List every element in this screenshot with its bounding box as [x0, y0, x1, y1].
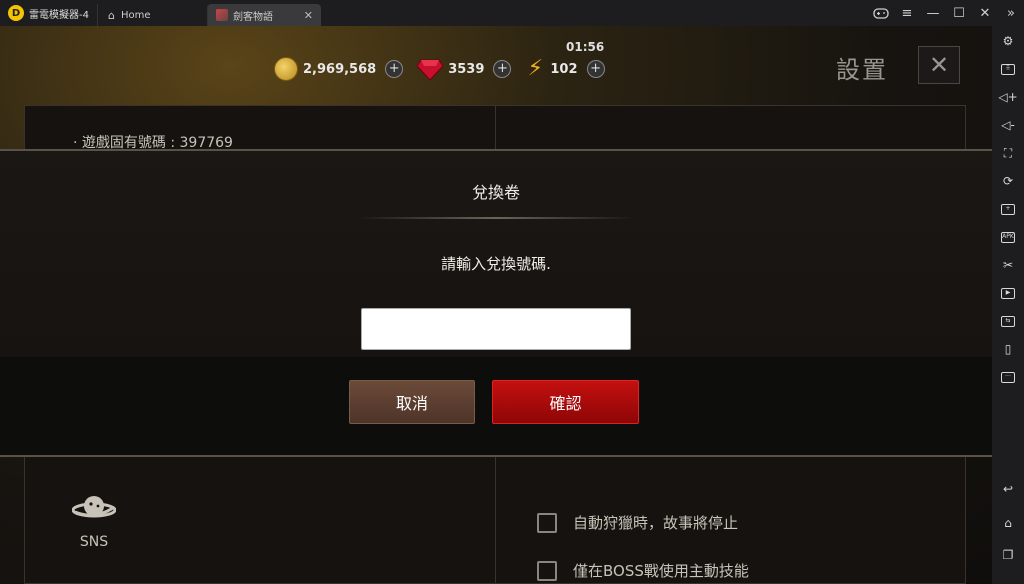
- redeem-code-input[interactable]: [361, 308, 631, 350]
- lightning-icon: ⚡: [527, 56, 544, 81]
- settings-close-button[interactable]: ✕: [918, 46, 960, 84]
- tab-home[interactable]: ⌂ Home: [96, 4, 207, 26]
- close-icon[interactable]: ✕: [972, 0, 998, 26]
- sync-icon[interactable]: ⟳: [996, 170, 1020, 192]
- option-stop-story-label: 自動狩獵時，故事將停止: [573, 514, 739, 532]
- game-tab-icon: [215, 9, 228, 21]
- recent-apps-icon[interactable]: ❐: [996, 544, 1020, 566]
- option-stop-story[interactable]: 自動狩獵時，故事將停止: [537, 512, 738, 533]
- rotate-icon[interactable]: ▯: [996, 338, 1020, 360]
- add-gem-button[interactable]: +: [493, 60, 512, 78]
- sns-button[interactable]: SNS: [69, 494, 119, 550]
- apk-install-icon[interactable]: APK: [996, 226, 1020, 248]
- keyboard-icon[interactable]: ⠿: [996, 58, 1020, 80]
- gold-value: 2,969,568: [303, 61, 377, 77]
- screenshot-icon[interactable]: ⛶: [996, 142, 1020, 164]
- option-boss-skills-label: 僅在BOSS戰使用主動技能: [573, 562, 749, 580]
- emulator-toolbar: ⚙ ⠿ ◁+ ◁- ⛶ ⟳ + APK ✂ ▶ ⇆ ▯ ··· ↩ ⌂ ❐: [992, 26, 1024, 584]
- settings-title: 設置: [836, 56, 888, 84]
- add-gold-button[interactable]: +: [385, 60, 404, 78]
- minimize-icon[interactable]: —: [920, 0, 946, 26]
- checkbox-boss-skills[interactable]: [537, 560, 557, 581]
- app-name: 雷電模擬器-4: [29, 9, 89, 21]
- gold-coin-icon: [274, 57, 298, 81]
- scissors-icon[interactable]: ✂: [996, 254, 1020, 276]
- back-icon[interactable]: ↩: [996, 478, 1020, 500]
- settings-gear-icon[interactable]: ⚙: [996, 30, 1020, 52]
- cancel-button[interactable]: 取消: [349, 380, 475, 424]
- tab-home-label: Home: [120, 9, 151, 21]
- gamepad-icon[interactable]: [868, 0, 894, 26]
- tab-game-label: 劍客物語: [232, 11, 273, 23]
- gem-value: 3539: [448, 61, 485, 77]
- confirm-button[interactable]: 確認: [492, 380, 639, 424]
- maximize-icon[interactable]: ☐: [946, 0, 972, 26]
- resource-bar: 2,969,568 + 3539 + ⚡ 102 +: [274, 56, 619, 82]
- checkbox-stop-story[interactable]: [537, 512, 557, 533]
- home-nav-icon[interactable]: ⌂: [996, 512, 1020, 534]
- gem-resource: 3539 +: [417, 58, 512, 80]
- energy-value: 102: [550, 61, 578, 77]
- more-options-icon[interactable]: ···: [996, 366, 1020, 388]
- option-boss-skills[interactable]: 僅在BOSS戰使用主動技能: [537, 560, 749, 581]
- clock: 01:56: [566, 40, 605, 54]
- expand-icon[interactable]: »: [998, 0, 1024, 26]
- volume-up-icon[interactable]: ◁+: [996, 86, 1020, 108]
- planet-icon: [71, 496, 117, 518]
- ldplayer-logo-icon: D: [8, 5, 24, 21]
- menu-icon[interactable]: ≡: [894, 0, 920, 26]
- modal-separator: [356, 217, 636, 219]
- modal-title: 兌換卷: [471, 183, 520, 202]
- volume-down-icon[interactable]: ◁-: [996, 114, 1020, 136]
- tab-close-icon[interactable]: ✕: [304, 9, 313, 22]
- record-video-icon[interactable]: ▶: [996, 282, 1020, 304]
- shared-folder-icon[interactable]: ⇆: [996, 310, 1020, 332]
- add-window-icon[interactable]: +: [996, 198, 1020, 220]
- add-energy-button[interactable]: +: [586, 60, 605, 78]
- modal-message: 請輸入兌換號碼.: [441, 255, 551, 273]
- redeem-code-modal: 兌換卷 請輸入兌換號碼. 取消 確認: [0, 149, 992, 457]
- title-bar: D 雷電模擬器-4 ⌂ Home 劍客物語 ✕ ≡ — ☐ ✕ »: [0, 0, 1024, 26]
- app-tab[interactable]: D 雷電模擬器-4: [0, 0, 97, 26]
- gold-resource: 2,969,568 +: [274, 57, 404, 81]
- ruby-gem-icon: [417, 59, 444, 80]
- tab-game[interactable]: 劍客物語 ✕: [206, 4, 321, 26]
- home-icon: ⌂: [107, 8, 115, 22]
- game-area: 01:56 2,969,568 + 3539 + ⚡ 102 + 設置 ✕ · …: [0, 26, 992, 584]
- sns-label: SNS: [79, 534, 109, 550]
- energy-resource: ⚡ 102 +: [525, 56, 605, 82]
